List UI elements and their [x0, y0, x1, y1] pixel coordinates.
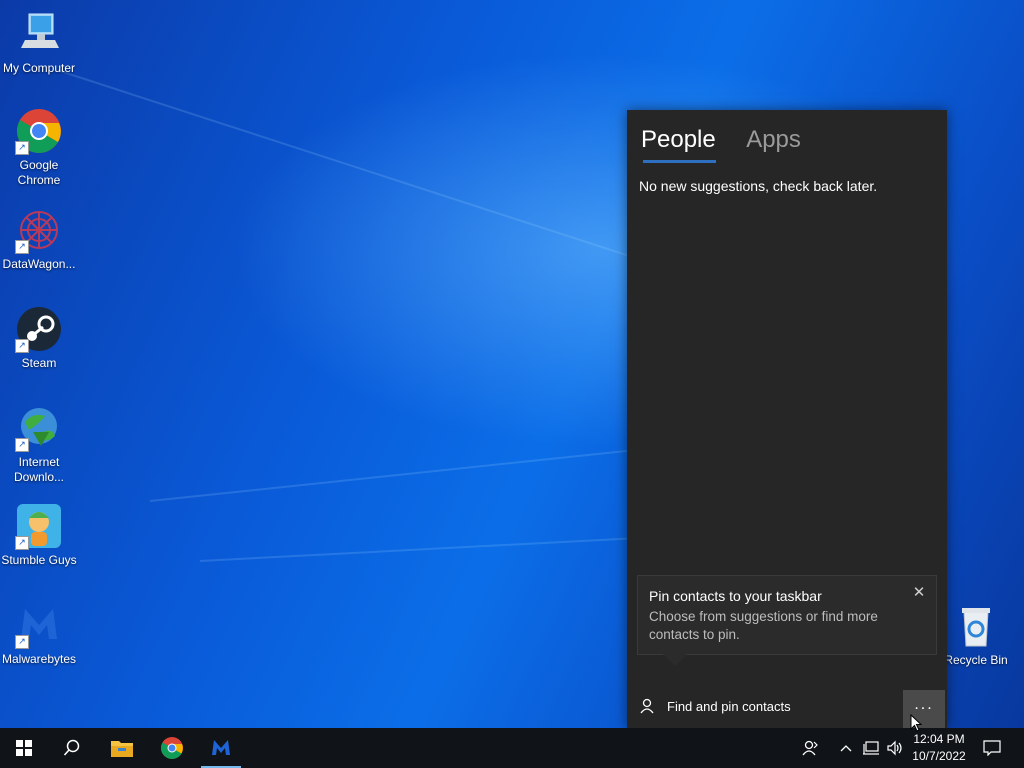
find-pin-label: Find and pin contacts — [667, 698, 791, 714]
clock-date: 10/7/2022 — [912, 749, 966, 763]
search-icon — [63, 739, 80, 756]
desktop-icon-my-computer[interactable]: My Computer — [1, 10, 77, 76]
desktop-icon-malwarebytes[interactable]: ↗ Malwarebytes — [1, 601, 77, 667]
windows-start-icon — [16, 740, 32, 756]
stumble-guys-icon: ↗ — [15, 502, 63, 550]
people-tabs: People Apps — [641, 126, 827, 163]
taskbar-clock[interactable]: 12:04 PM 10/7/2022 — [906, 731, 972, 765]
tab-apps[interactable]: Apps — [746, 126, 801, 160]
mouse-cursor-icon — [910, 714, 922, 732]
desktop-icon-internet-download-manager[interactable]: ↗ Internet Downlo... — [1, 404, 77, 485]
people-tray-button[interactable] — [798, 728, 824, 768]
volume-icon — [887, 740, 902, 756]
computer-icon — [15, 10, 63, 58]
chevron-up-icon — [840, 745, 852, 752]
desktop-icon-label: Internet Downlo... — [13, 455, 65, 484]
search-button[interactable] — [48, 728, 96, 768]
desktop-icon-google-chrome[interactable]: ↗ Google Chrome — [1, 107, 77, 188]
desktop-icon-datawagon[interactable]: ↗ DataWagon... — [1, 206, 77, 272]
desktop-icon-label: Google Chrome — [17, 158, 61, 187]
people-icon — [802, 740, 818, 756]
globe-download-icon: ↗ — [15, 404, 63, 452]
pin-contacts-tip: Pin contacts to your taskbar Choose from… — [637, 575, 937, 666]
desktop-icon-steam[interactable]: ↗ Steam — [1, 305, 77, 371]
desktop-icon-label: DataWagon... — [2, 257, 76, 271]
desktop-icon-stumble-guys[interactable]: ↗ Stumble Guys — [1, 502, 77, 568]
desktop-icon-label: Steam — [21, 356, 57, 370]
chrome-taskbar-button[interactable] — [148, 728, 196, 768]
recycle-bin-icon — [952, 602, 1000, 650]
desktop-icon-recycle-bin[interactable]: Recycle Bin — [938, 602, 1014, 668]
desktop-icon-label: Stumble Guys — [1, 553, 77, 567]
action-center-button[interactable] — [978, 728, 1006, 768]
notification-icon — [983, 740, 1001, 756]
tab-people[interactable]: People — [641, 126, 716, 163]
person-icon — [640, 698, 654, 714]
find-and-pin-contacts-link[interactable]: Find and pin contacts — [639, 698, 791, 714]
suggestions-message: No new suggestions, check back later. — [639, 178, 878, 194]
malwarebytes-icon: ↗ — [15, 601, 63, 649]
steam-icon: ↗ — [15, 305, 63, 353]
start-button[interactable] — [0, 728, 48, 768]
clock-time: 12:04 PM — [913, 732, 965, 746]
tip-body: Choose from suggestions or find more con… — [649, 609, 878, 642]
chrome-icon: ↗ — [15, 107, 63, 155]
datawagon-icon: ↗ — [15, 206, 63, 254]
desktop-icon-label: My Computer — [2, 61, 76, 75]
tip-title: Pin contacts to your taskbar — [649, 588, 822, 604]
network-tray-button[interactable] — [860, 728, 882, 768]
network-icon — [863, 741, 879, 755]
desktop-icon-label: Recycle Bin — [944, 653, 1008, 667]
close-icon[interactable]: ✕ — [912, 585, 926, 600]
file-explorer-button[interactable] — [98, 728, 146, 768]
volume-tray-button[interactable] — [884, 728, 906, 768]
taskbar: 12:04 PM 10/7/2022 — [0, 728, 1024, 768]
malwarebytes-icon — [212, 740, 230, 755]
show-hidden-icons-button[interactable] — [836, 728, 856, 768]
file-explorer-icon — [111, 741, 133, 757]
malwarebytes-taskbar-button[interactable] — [197, 728, 245, 768]
chrome-icon — [161, 737, 183, 759]
people-panel: People Apps No new suggestions, check ba… — [627, 110, 947, 728]
desktop-icon-label: Malwarebytes — [1, 652, 77, 666]
